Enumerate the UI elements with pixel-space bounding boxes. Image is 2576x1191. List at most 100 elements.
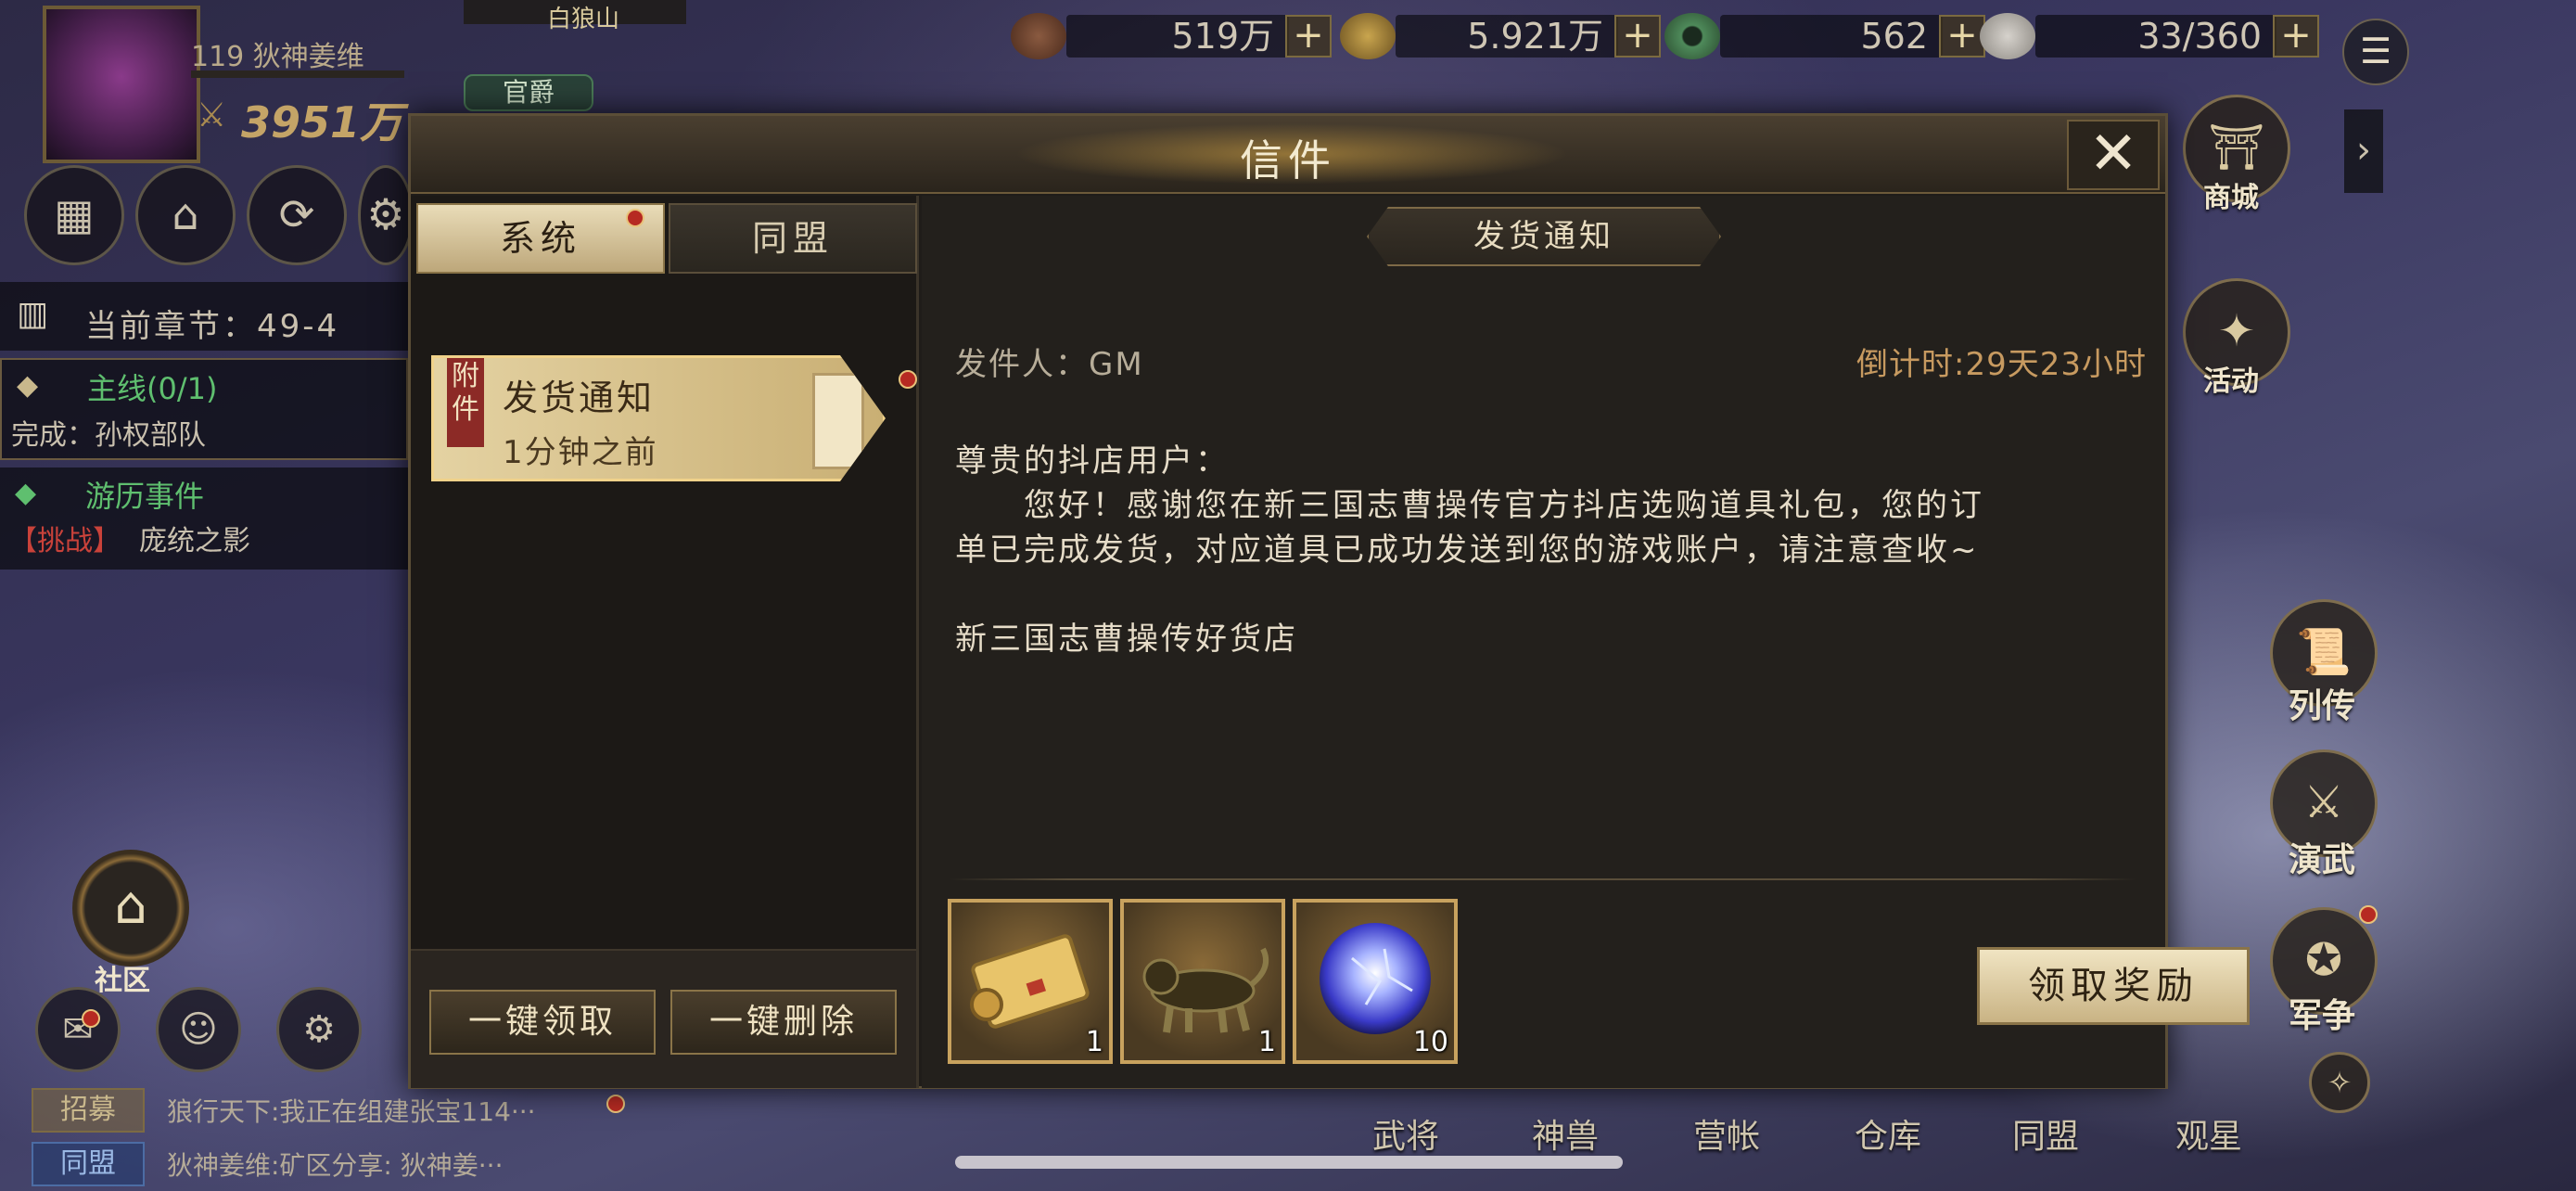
crossed-swords-icon: ⚔ [2303,776,2344,828]
location-tag[interactable]: 白狼山 [464,0,686,33]
resource-grain: 33/360 + [1980,9,2319,63]
compass-button[interactable]: ✧ [2309,1052,2370,1113]
event-desc: 庞统之影 [139,525,250,557]
nav-beasts[interactable]: 神兽 [1532,1109,1599,1158]
dialog-title: 信件 [1240,135,1336,186]
event-tag: 【挑战】 [9,525,121,557]
resource-gold: 5.921万 + [1340,9,1661,63]
add-jade-button[interactable]: + [1939,15,1985,58]
event-panel[interactable]: ◆ 游历事件 【挑战】 庞统之影 [0,467,408,570]
chapter-text: 当前章节：49-4 [85,308,340,345]
event-badge-icon: ◆ [15,477,37,509]
shop-label: 商城 [2203,182,2259,214]
nav-warehouse[interactable]: 仓库 [1855,1109,1921,1158]
community-button[interactable]: ⌂ [72,850,189,967]
claim-reward-button[interactable]: 领取奖励 [1977,947,2250,1025]
tab-alliance[interactable]: 同盟 [669,203,917,274]
calendar-icon: ▦ [54,189,95,239]
main-quest-title: 主线(0/1) [87,371,218,406]
player-avatar[interactable] [43,6,200,163]
nav-generals[interactable]: 武将 [1372,1109,1439,1158]
resource-value: 33/360 [2035,15,2276,58]
letter-icon [812,373,864,469]
scroll-icon: 📜 [2296,626,2352,678]
vs-icon: ✦ [2217,305,2256,357]
chat-notification-dot [606,1095,625,1113]
exp-bar [191,70,404,78]
mail-item-time: 1分钟之前 [503,434,658,471]
mail-button[interactable]: ✉ [35,987,121,1072]
settings-button[interactable]: ⚙ [276,987,362,1072]
mail-list-item[interactable]: 附件 发货通知 1分钟之前 [431,355,886,481]
war-label: 军争 [2289,997,2356,1035]
reward-item[interactable]: 10 [1293,899,1458,1064]
main-menu-button[interactable]: ☰ [2342,19,2409,85]
list-icon: ☰ [2359,31,2392,71]
mail-sender: 发件人：GM [955,346,1144,383]
mail-countdown: 倒计时:29天23小时 [1856,346,2147,383]
friends-button[interactable]: ☺ [156,987,241,1072]
chat-message: 狄神姜维:矿区分享: 狄神姜··· [167,1150,504,1181]
mail-content-pane: 发货通知 发件人：GM 倒计时:29天23小时 尊贵的抖店用户： 您好！感谢您在… [922,196,2250,1088]
mail-item-unread-dot [899,370,917,389]
reward-item[interactable]: 1 [1120,899,1285,1064]
hall-button[interactable]: ⌂ [135,165,236,265]
mail-item-subject: 发货通知 [503,378,656,418]
resource-value: 562 [1720,15,1943,58]
rank-badge[interactable]: 官爵 [464,74,593,111]
more-button[interactable]: ⚙ [358,165,414,265]
chapter-panel[interactable]: ▥ 当前章节：49-4 [0,282,408,351]
events-label: 活动 [2203,365,2259,398]
chevron-right-icon: › [2356,129,2371,172]
mail-signature: 新三国志曹操传好货店 [955,621,1298,658]
add-grain-button[interactable]: + [2273,15,2319,58]
war-emblem-icon: ✪ [2304,934,2343,986]
war-notification-dot [2359,905,2378,924]
gear-icon: ⚙ [366,189,405,239]
chat-line[interactable]: 招募 狼行天下:我正在组建张宝114··· [32,1085,536,1135]
resource-copper: 519万 + [1011,9,1332,63]
location-name: 白狼山 [547,6,620,33]
chat-tag-recruit: 招募 [32,1088,145,1133]
claim-all-button[interactable]: 一键领取 [429,990,656,1055]
list-footer: 一键领取 一键删除 [411,949,916,1088]
nav-stargazing[interactable]: 观星 [2175,1109,2242,1158]
reward-count: 1 [1257,1026,1276,1058]
reward-item[interactable]: 1 [948,899,1113,1064]
home-indicator[interactable] [955,1156,1623,1169]
close-icon: ✕ [2088,120,2138,188]
crossed-swords-icon: ⚔ [197,96,227,134]
drill-label: 演武 [2289,841,2356,879]
gear-icon: ⚙ [302,1008,336,1051]
close-button[interactable]: ✕ [2067,120,2160,190]
pavilion-icon: ⌂ [172,189,199,239]
cycle-icon: ⟳ [278,189,315,239]
add-gold-button[interactable]: + [1614,15,1661,58]
resource-value: 519万 [1066,15,1289,58]
nav-camp[interactable]: 营帐 [1693,1109,1760,1158]
expand-arrow-button[interactable]: › [2344,109,2383,193]
system-tab-dot [626,209,644,227]
quest-badge-icon: ◆ [17,369,39,402]
nav-alliance[interactable]: 同盟 [2012,1109,2079,1158]
player-name: 119 狄神姜维 [191,41,364,73]
community-icon: ⌂ [114,876,147,936]
delete-all-button[interactable]: 一键删除 [670,990,897,1055]
mail-dialog: 信件 ✕ 系统 同盟 附件 发货通知 1分钟之前 一键领取 一键删除 发货通知 … [408,113,2250,1089]
main-quest-desc: 完成：孙权部队 [11,419,206,452]
resource-bar: 519万 + 5.921万 + 562 + 33/360 + [1011,0,2319,72]
chat-line[interactable]: 同盟 狄神姜维:矿区分享: 狄神姜··· [32,1139,503,1189]
jade-icon [1664,13,1720,59]
resource-value: 5.921万 [1396,15,1618,58]
refresh-button[interactable]: ⟳ [247,165,347,265]
mail-list-pane: 系统 同盟 附件 发货通知 1分钟之前 一键领取 一键删除 [411,196,919,1088]
add-copper-button[interactable]: + [1285,15,1332,58]
mail-body-line: 您好！感谢您在新三国志曹操传官方抖店选购道具礼包，您的订 [955,487,1984,524]
book-icon: ▥ [17,295,49,333]
compass-icon: ✧ [2327,1065,2353,1100]
main-quest-panel[interactable]: ◆ 主线(0/1) 完成：孙权部队 [0,358,408,460]
copper-coins-icon [1011,13,1066,59]
chat-tag-alliance: 同盟 [32,1142,145,1186]
gold-coin-icon [1340,13,1396,59]
calendar-button[interactable]: ▦ [24,165,124,265]
